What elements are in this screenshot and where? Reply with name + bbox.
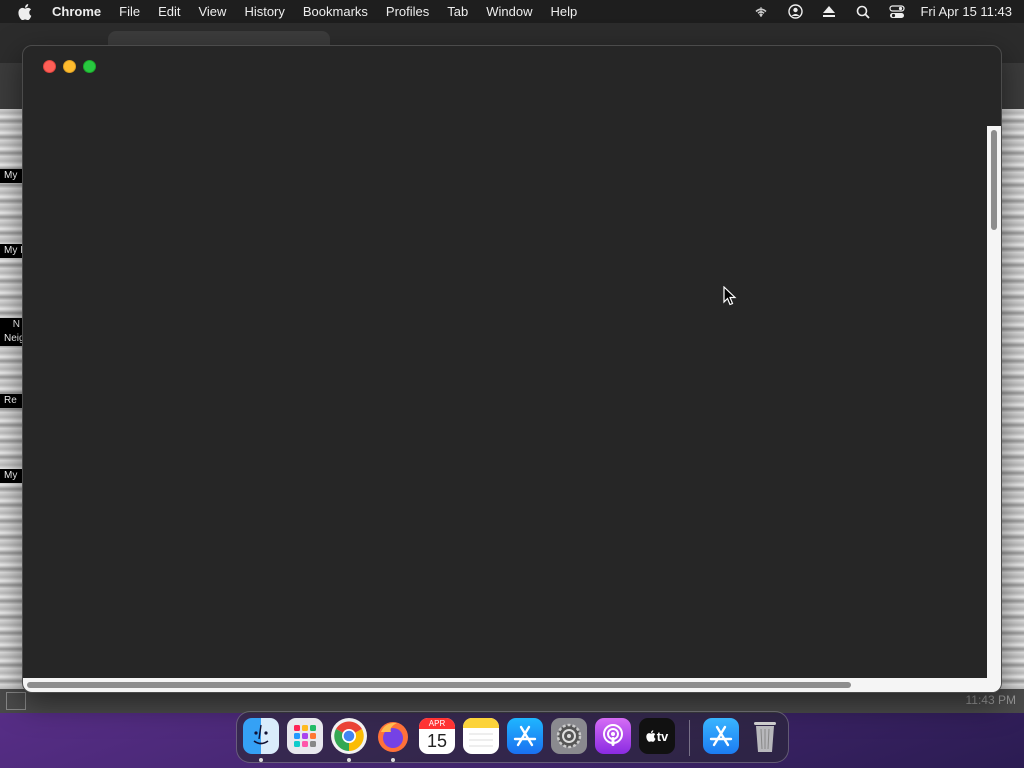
finder-icon[interactable] bbox=[243, 718, 279, 754]
menu-edit[interactable]: Edit bbox=[149, 0, 189, 23]
apple-menu-icon[interactable] bbox=[18, 0, 36, 23]
calendar-icon[interactable]: APR 15 bbox=[419, 718, 455, 754]
calendar-day: 15 bbox=[426, 731, 448, 751]
mouse-cursor-icon bbox=[723, 286, 737, 306]
chrome-icon[interactable] bbox=[331, 718, 367, 754]
downloads-stack-icon[interactable] bbox=[703, 718, 739, 754]
launchpad-icon[interactable] bbox=[287, 718, 323, 754]
menubar-clock[interactable]: Fri Apr 15 11:43 bbox=[914, 0, 1024, 23]
vertical-scrollbar[interactable] bbox=[987, 126, 1001, 692]
chrome-running-indicator bbox=[347, 758, 351, 762]
strip-label: My I bbox=[0, 244, 22, 258]
eject-icon[interactable] bbox=[812, 0, 846, 23]
control-center-icon[interactable] bbox=[880, 0, 914, 23]
menu-tab[interactable]: Tab bbox=[438, 0, 477, 23]
horizontal-scroll-thumb[interactable] bbox=[27, 682, 851, 688]
system-preferences-icon[interactable] bbox=[551, 718, 587, 754]
menu-bookmarks[interactable]: Bookmarks bbox=[294, 0, 377, 23]
status-area: Fri Apr 15 11:43 bbox=[744, 0, 1024, 23]
podcasts-icon[interactable] bbox=[595, 718, 631, 754]
menu-history[interactable]: History bbox=[235, 0, 293, 23]
trash-icon[interactable] bbox=[747, 718, 783, 754]
close-window-button[interactable] bbox=[43, 60, 56, 73]
wifi-icon[interactable] bbox=[744, 0, 778, 23]
picture-icon bbox=[6, 692, 26, 710]
dock-separator bbox=[689, 720, 690, 756]
vertical-scroll-thumb[interactable] bbox=[991, 130, 997, 230]
finder-running-indicator bbox=[259, 758, 263, 762]
firefox-running-indicator bbox=[391, 758, 395, 762]
horizontal-scrollbar[interactable] bbox=[23, 678, 1001, 692]
maximize-window-button[interactable] bbox=[83, 60, 96, 73]
strip-label: Neig bbox=[0, 332, 22, 346]
menu-bar: Chrome File Edit View History Bookmarks … bbox=[0, 0, 1024, 23]
menu-profiles[interactable]: Profiles bbox=[377, 0, 438, 23]
notes-header bbox=[463, 718, 499, 728]
calendar-month: APR bbox=[419, 718, 455, 729]
search-icon[interactable] bbox=[846, 0, 880, 23]
menu-file[interactable]: File bbox=[110, 0, 149, 23]
user-account-icon[interactable] bbox=[778, 0, 812, 23]
menu-window[interactable]: Window bbox=[477, 0, 541, 23]
apple-tv-label: tv bbox=[656, 728, 669, 744]
background-time: 11:43 PM bbox=[965, 693, 1016, 707]
strip-label: My bbox=[0, 169, 22, 183]
minimize-window-button[interactable] bbox=[63, 60, 76, 73]
strip-label: N bbox=[0, 318, 22, 332]
menu-help[interactable]: Help bbox=[542, 0, 587, 23]
app-store-icon[interactable] bbox=[507, 718, 543, 754]
dock: APR 15 tv bbox=[236, 711, 789, 763]
blank-browser-window[interactable] bbox=[22, 45, 1002, 693]
strip-label: My bbox=[0, 469, 22, 483]
notes-icon[interactable] bbox=[463, 718, 499, 754]
apple-tv-icon[interactable]: tv bbox=[639, 718, 675, 754]
firefox-icon[interactable] bbox=[375, 718, 411, 754]
menu-view[interactable]: View bbox=[189, 0, 235, 23]
strip-label: Re bbox=[0, 394, 22, 408]
menu-app-name[interactable]: Chrome bbox=[52, 0, 110, 23]
